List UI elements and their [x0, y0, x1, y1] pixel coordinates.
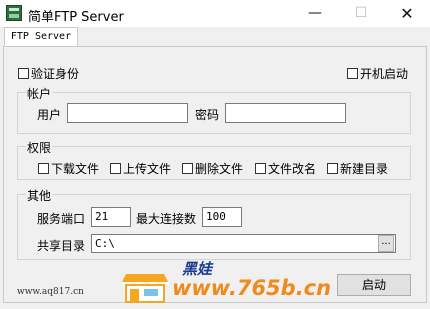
checkbox-box[interactable]: [110, 163, 121, 174]
other-group-title: 其他: [26, 187, 53, 204]
perm-mkdir-label: 新建目录: [340, 162, 389, 176]
autostart-checkbox[interactable]: 开机启动: [347, 65, 408, 82]
maximize-button[interactable]: ☐: [338, 0, 384, 27]
perm-mkdir-checkbox[interactable]: 新建目录: [327, 160, 388, 177]
perm-delete-label: 删除文件: [195, 162, 244, 176]
title-bar: 简单FTP Server — ☐ ✕: [0, 0, 430, 27]
perm-upload-checkbox[interactable]: 上传文件: [110, 160, 171, 177]
share-dir-input[interactable]: C:\: [91, 234, 396, 253]
watermark-site-text: www.aq817.cn: [17, 287, 84, 297]
tab-strip: FTP Server: [0, 27, 430, 47]
window-title: 简单FTP Server: [28, 10, 124, 25]
auth-label: 验证身份: [31, 67, 80, 81]
share-dir-label: 共享目录: [37, 239, 86, 253]
password-label: 密码: [195, 108, 220, 122]
password-input[interactable]: [225, 103, 346, 123]
checkbox-box[interactable]: [18, 68, 29, 79]
max-connections-input[interactable]: 100: [202, 207, 242, 227]
start-button[interactable]: 启动: [337, 274, 411, 296]
perm-upload-label: 上传文件: [123, 162, 172, 176]
port-input[interactable]: 21: [91, 207, 131, 227]
auth-checkbox[interactable]: 验证身份: [18, 65, 79, 82]
checkbox-box[interactable]: [347, 68, 358, 79]
close-button[interactable]: ✕: [384, 0, 430, 27]
minimize-button[interactable]: —: [292, 0, 338, 27]
account-group-title: 帐户: [26, 85, 53, 102]
browse-button[interactable]: ...: [378, 235, 394, 252]
user-input[interactable]: [67, 103, 188, 123]
port-label: 服务端口: [37, 212, 86, 226]
perm-delete-checkbox[interactable]: 删除文件: [182, 160, 243, 177]
user-label: 用户: [37, 108, 62, 122]
checkbox-box[interactable]: [182, 163, 193, 174]
perm-rename-checkbox[interactable]: 文件改名: [255, 160, 316, 177]
watermark-logo: 黑娃 www.765b.cn: [120, 258, 336, 306]
app-icon: [6, 5, 22, 21]
permissions-group-title: 权限: [26, 139, 53, 156]
shop-icon: [122, 274, 169, 303]
tab-ftp-server[interactable]: FTP Server: [4, 27, 78, 47]
watermark-url: www.765b.cn: [172, 276, 332, 300]
max-connections-label: 最大连接数: [136, 212, 197, 226]
checkbox-box[interactable]: [255, 163, 266, 174]
checkbox-box[interactable]: [38, 163, 49, 174]
perm-download-checkbox[interactable]: 下载文件: [38, 160, 99, 177]
autostart-label: 开机启动: [360, 67, 409, 81]
perm-download-label: 下载文件: [51, 162, 100, 176]
perm-rename-label: 文件改名: [268, 162, 317, 176]
checkbox-box[interactable]: [327, 163, 338, 174]
